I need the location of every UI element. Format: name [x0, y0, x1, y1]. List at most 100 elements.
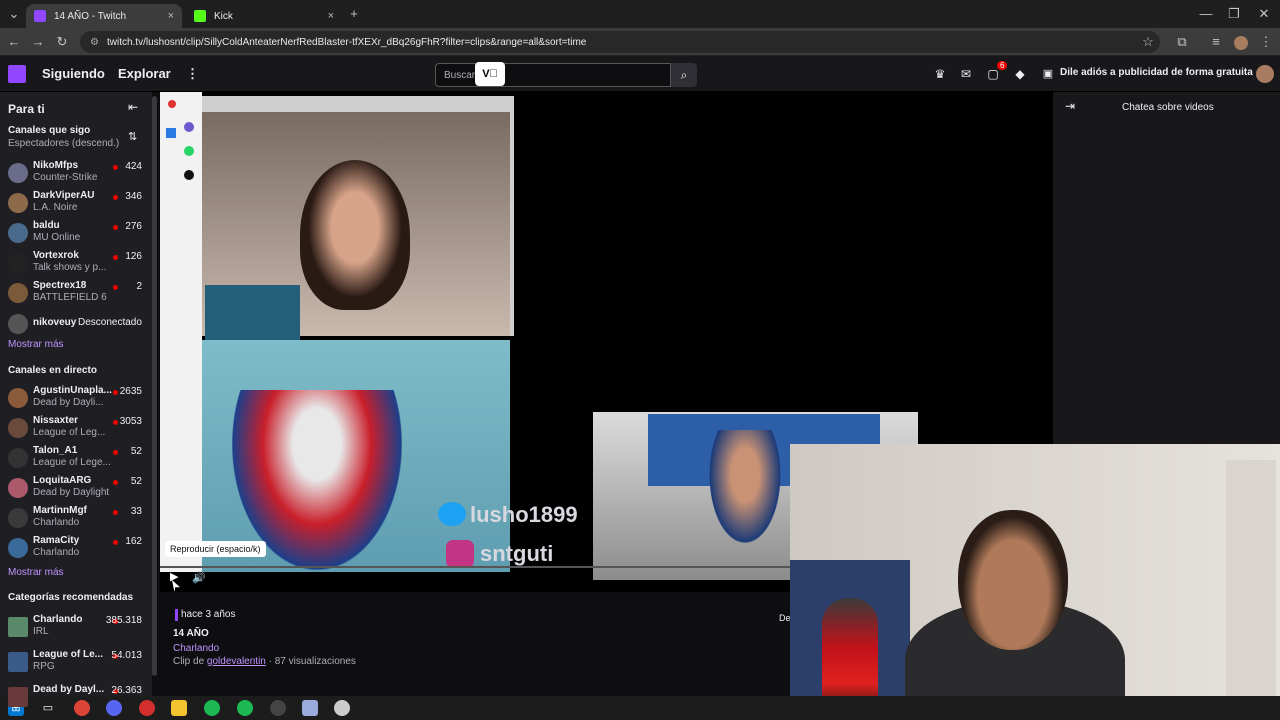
tab-twitch[interactable]: 14 AÑO - Twitch ×	[26, 4, 182, 28]
channel-name: DarkViperAU	[33, 190, 95, 201]
spotify-icon[interactable]	[204, 700, 220, 716]
profile-avatar[interactable]	[1234, 36, 1248, 50]
sidebar-channel-item[interactable]: LoquitaARG Dead by Daylight 52	[6, 474, 148, 502]
forward-icon[interactable]: →	[28, 32, 48, 52]
chat-title: Chatea sobre videos	[1122, 102, 1214, 113]
site-info-icon[interactable]: ⚙	[90, 37, 99, 48]
nav-browse[interactable]: Explorar	[118, 66, 171, 81]
viewer-count: 54.013	[111, 650, 142, 661]
avatar	[8, 418, 28, 438]
viewer-count: 162	[125, 536, 142, 547]
app-icon[interactable]	[302, 700, 318, 716]
volume-icon[interactable]: 🔊	[192, 571, 206, 584]
offline-status: Desconectado	[78, 317, 142, 328]
kick-favicon-icon	[194, 10, 206, 22]
live-dot	[113, 195, 118, 200]
category-item[interactable]: Charlando IRL 385.318	[6, 613, 148, 641]
collapse-sidebar-icon[interactable]: ⇤	[128, 100, 138, 114]
avatar	[8, 388, 28, 408]
clip-title: 14 AÑO	[173, 628, 209, 639]
url-field[interactable]: ⚙ twitch.tv/lushosnt/clip/SillyColdAntea…	[80, 31, 1160, 53]
tab-list-icon[interactable]: ⌄	[4, 4, 24, 24]
app-gray-icon[interactable]	[334, 700, 350, 716]
tab-close-icon[interactable]: ×	[328, 10, 334, 22]
user-avatar[interactable]	[1256, 65, 1274, 83]
ad-free-promo[interactable]: Dile adiós a publicidad de forma gratuit…	[1060, 67, 1253, 78]
search-placeholder: Buscar	[444, 70, 476, 81]
bits-icon[interactable]: ◆	[1012, 66, 1028, 82]
sidebar-channel-item[interactable]: AgustinUnapla... Dead by Dayli... 2635	[6, 384, 148, 412]
search-input[interactable]: Buscar	[435, 63, 671, 87]
sidebar-channel-item[interactable]: RamaCity Charlando 162	[6, 534, 148, 562]
file-explorer-icon[interactable]	[171, 700, 187, 716]
extension-overlay-icon[interactable]: V⃞	[475, 62, 505, 86]
new-tab-button[interactable]: +	[344, 4, 364, 24]
notifications-badge: 6	[997, 61, 1008, 70]
twitch-logo-icon[interactable]	[8, 65, 26, 83]
avatar	[8, 283, 28, 303]
sidebar-channel-item[interactable]: DarkViperAU L.A. Noire 346	[6, 189, 148, 217]
close-window-button[interactable]: ✕	[1254, 4, 1274, 24]
video-person-man	[690, 430, 800, 580]
tab-kick[interactable]: Kick ×	[186, 4, 342, 28]
live-dot	[113, 420, 118, 425]
twitch-top-nav: Siguiendo Explorar ⋮ Buscar V⃞ ⌕ ♛ ✉ ▢ 6…	[0, 56, 1280, 92]
category-item[interactable]: Dead by Dayl... 26.363	[6, 683, 148, 711]
back-icon[interactable]: ←	[4, 32, 24, 52]
chat-collapse-icon[interactable]: ⇥	[1065, 99, 1075, 113]
search-icon[interactable]: ⌕	[671, 63, 697, 87]
sidebar-channel-item[interactable]: Nissaxter League of Leg... 3053	[6, 414, 148, 442]
inbox-icon[interactable]: ✉	[958, 66, 974, 82]
sidebar-item-nikoveuy[interactable]: nikoveuy Desconectado	[6, 310, 148, 338]
sidebar-scrollbar[interactable]	[152, 96, 157, 676]
viewer-count: 52	[130, 446, 142, 457]
play-button[interactable]: ▶	[170, 570, 178, 583]
nav-more-icon[interactable]: ⋮	[186, 66, 199, 82]
clip-category-link[interactable]: Charlando	[173, 643, 219, 654]
sidebar-channel-item[interactable]: Talon_A1 League of Lege... 52	[6, 444, 148, 472]
channel-game: RPG	[33, 661, 55, 672]
channel-name: Spectrex18	[33, 280, 87, 291]
extensions-icon[interactable]: ⧉	[1172, 32, 1192, 52]
live-dot	[113, 390, 118, 395]
tab-close-icon[interactable]: ×	[168, 10, 174, 22]
sidebar-channel-item[interactable]: NikoMfps Counter-Strike 424	[6, 159, 148, 187]
channel-name: RamaCity	[33, 535, 80, 546]
spotify-alt-icon[interactable]	[237, 700, 253, 716]
channel-name: Vortexrok	[33, 250, 79, 261]
reading-list-icon[interactable]: ≡	[1206, 32, 1226, 52]
sidebar-channel-item[interactable]: Vortexrok Talk shows y p... 126	[6, 249, 148, 277]
show-more-live[interactable]: Mostrar más	[8, 567, 64, 578]
sidebar-channel-item[interactable]: MartinnMgf Charlando 33	[6, 504, 148, 532]
live-dot	[113, 480, 118, 485]
sidebar-channel-item[interactable]: baldu MU Online 276	[6, 219, 148, 247]
avatar	[8, 652, 28, 672]
bookmark-star-icon[interactable]: ☆	[1138, 32, 1158, 52]
prime-crown-icon[interactable]: ♛	[932, 66, 948, 82]
minimize-button[interactable]: —	[1196, 4, 1216, 24]
category-item[interactable]: League of Le... RPG 54.013	[6, 648, 148, 676]
sort-icon[interactable]: ⇅	[128, 130, 137, 143]
nav-following[interactable]: Siguiendo	[42, 66, 105, 81]
clip-info	[160, 596, 790, 696]
channel-name: LoquitaARG	[33, 475, 92, 486]
channel-name: nikoveuy	[33, 317, 77, 328]
url-text: twitch.tv/lushosnt/clip/SillyColdAnteate…	[106, 36, 587, 48]
reload-icon[interactable]: ↻	[52, 32, 72, 52]
chat-panel	[1053, 92, 1280, 444]
live-dot	[113, 540, 118, 545]
clip-author-link[interactable]: goldevalentin	[207, 656, 266, 667]
channel-name: Talon_A1	[33, 445, 78, 456]
overlay-twitter-handle: lusho1899	[470, 502, 578, 527]
avatar	[8, 223, 28, 243]
channel-game: Talk shows y p...	[33, 262, 107, 273]
video-seek-bar[interactable]	[160, 566, 790, 568]
viewer-count: 26.363	[111, 685, 142, 696]
channel-game: League of Leg...	[33, 427, 106, 438]
show-more-followed[interactable]: Mostrar más	[8, 339, 64, 350]
maximize-button[interactable]: ❐	[1224, 4, 1244, 24]
sidebar-channel-item[interactable]: Spectrex18 BATTLEFIELD 6 2	[6, 279, 148, 307]
browser-menu-icon[interactable]: ⋮	[1256, 32, 1276, 52]
obs-icon[interactable]	[270, 700, 286, 716]
video-person-girl	[300, 160, 410, 310]
